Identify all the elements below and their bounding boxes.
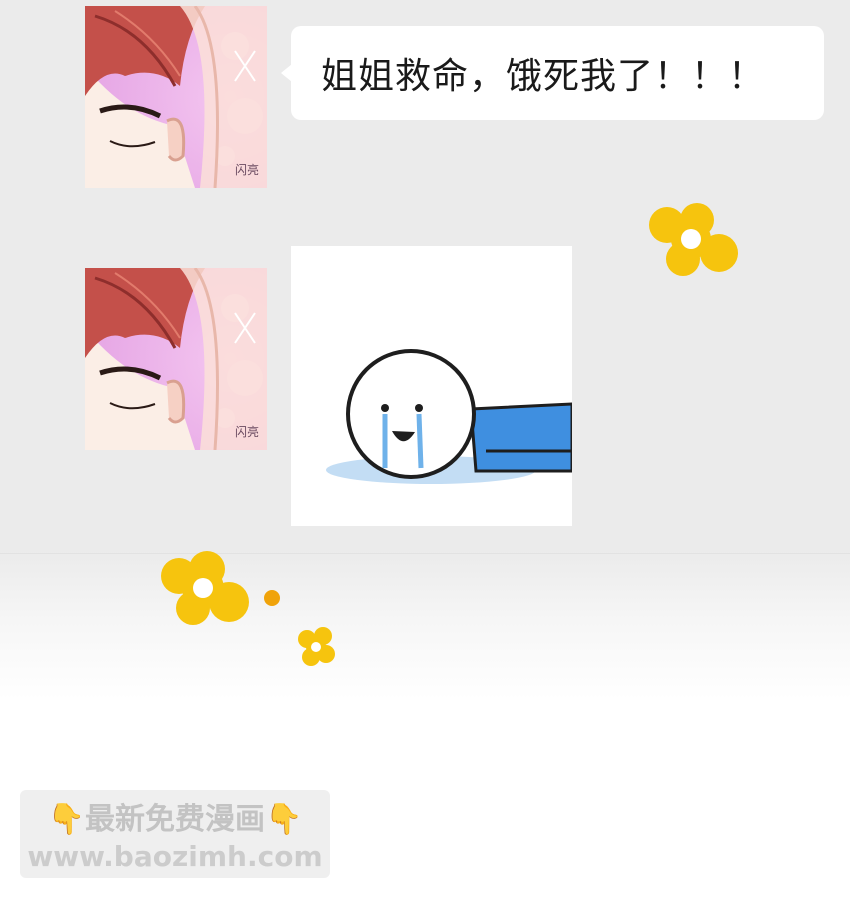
watermark-line1: 👇最新免费漫画👇 xyxy=(47,802,303,837)
message-bubble[interactable]: 姐姐救命，饿死我了！！！ xyxy=(281,26,824,120)
red-haired-man-avatar-icon: 闪亮 xyxy=(85,6,267,188)
red-haired-man-avatar-icon: 闪亮 xyxy=(85,268,267,450)
flower-icon xyxy=(161,551,249,625)
sender-avatar[interactable]: 闪亮 xyxy=(85,6,267,188)
avatar-stamp: 闪亮 xyxy=(235,424,259,439)
dot-icon xyxy=(264,590,280,606)
flower-icon xyxy=(298,627,335,666)
sticker-message[interactable] xyxy=(291,246,572,526)
message-text: 姐姐救命，饿死我了！！！ xyxy=(321,56,766,97)
sender-avatar[interactable]: 闪亮 xyxy=(85,268,267,450)
crying-stickman-lying-icon xyxy=(326,349,572,484)
flower-icon xyxy=(649,203,738,276)
watermark: 👇最新免费漫画👇 www.baozimh.com xyxy=(20,790,330,878)
avatar-stamp: 闪亮 xyxy=(235,162,259,177)
divider xyxy=(0,553,850,554)
watermark-url: www.baozimh.com xyxy=(27,840,323,873)
